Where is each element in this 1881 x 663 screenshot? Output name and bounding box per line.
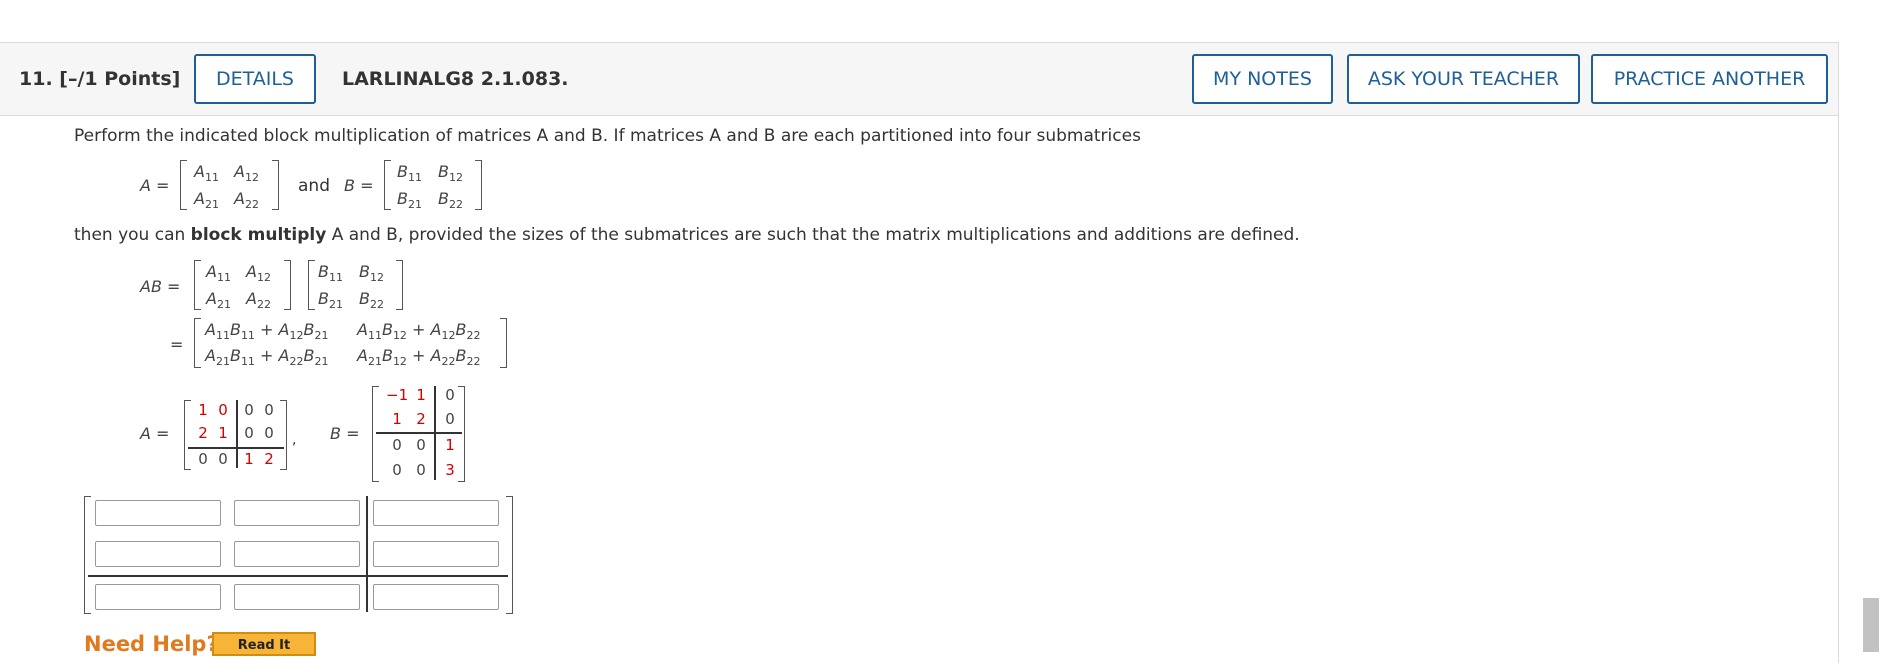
question-number: 11. [–/1 Points] — [19, 68, 181, 90]
matrix-b-label: B = — [344, 176, 374, 195]
bracket-right — [396, 260, 403, 310]
bracket-right — [280, 400, 287, 470]
answer-input[interactable] — [234, 541, 360, 567]
matrix-a-entry: 0 — [218, 401, 228, 419]
matrix-a-entry: 0 — [244, 424, 254, 442]
block-a21: A21 — [206, 289, 231, 312]
scrollbar[interactable] — [1861, 0, 1881, 652]
answer-partition-vertical — [366, 496, 368, 612]
partition-line — [188, 447, 284, 449]
bracket-left — [194, 260, 201, 310]
equals-label: = — [170, 335, 184, 354]
matrix-b-entry: 1 — [416, 386, 426, 404]
details-button[interactable]: DETAILS — [194, 54, 316, 104]
block-multiply-text: then you can block multiply A and B, pro… — [74, 225, 1300, 245]
matrix-b-entry: 2 — [416, 410, 426, 428]
block-b22: B22 — [359, 289, 384, 312]
answer-bracket-left — [84, 496, 91, 614]
matrix-a-entry: 2 — [198, 424, 208, 442]
block-a11: A11 — [206, 262, 231, 285]
product-row2-col1: A21B11 + A22B21 — [205, 346, 329, 369]
matrix-a-entry: 0 — [264, 424, 274, 442]
product-row1-col2: A11B12 + A12B22 — [357, 320, 481, 343]
block-b11: B11 — [318, 262, 343, 285]
matrix-b-entry: 0 — [416, 436, 426, 454]
block-a11: A11 — [194, 162, 219, 185]
product-row2-col2: A21B12 + A22B22 — [357, 346, 481, 369]
matrix-a-entry: 1 — [218, 424, 228, 442]
and-word: and — [298, 176, 330, 196]
block-b11: B11 — [397, 162, 422, 185]
block-b12: B12 — [359, 262, 384, 285]
bracket-right — [500, 318, 507, 368]
matrix-a-label: A = — [140, 176, 170, 195]
bracket-left — [308, 260, 315, 310]
block-a12: A12 — [246, 262, 271, 285]
block-a12: A12 — [234, 162, 259, 185]
bracket-left — [184, 400, 191, 470]
scrollbar-thumb[interactable] — [1863, 598, 1879, 652]
matrix-b-entry: 0 — [416, 461, 426, 479]
read-it-button[interactable]: Read It — [212, 632, 316, 656]
bracket-left — [194, 318, 201, 368]
answer-input[interactable] — [373, 500, 499, 526]
partition-line — [236, 400, 238, 468]
partition-line — [376, 432, 462, 434]
answer-bracket-right — [506, 496, 513, 614]
bracket-right — [458, 386, 465, 482]
bracket-left — [384, 160, 391, 210]
product-row1-col1: A11B11 + A12B21 — [205, 320, 329, 343]
question-code: LARLINALG8 2.1.083. — [342, 68, 569, 90]
block-a22: A22 — [246, 289, 271, 312]
matrix-a-label: A = — [140, 424, 170, 443]
ab-label: AB = — [140, 277, 181, 296]
answer-input[interactable] — [95, 541, 221, 567]
matrix-b-entry: −1 — [386, 386, 409, 404]
answer-input[interactable] — [234, 500, 360, 526]
matrix-a-entry: 2 — [264, 450, 274, 468]
bracket-left — [372, 386, 379, 482]
answer-input[interactable] — [373, 584, 499, 610]
block-b21: B21 — [318, 289, 343, 312]
answer-input[interactable] — [95, 500, 221, 526]
matrix-a-entry: 0 — [198, 450, 208, 468]
matrix-a-entry: 0 — [264, 401, 274, 419]
answer-input[interactable] — [234, 584, 360, 610]
block-b22: B22 — [438, 189, 463, 212]
matrix-b-entry: 1 — [392, 410, 402, 428]
matrix-a-entry: 1 — [198, 401, 208, 419]
answer-input[interactable] — [373, 541, 499, 567]
matrix-a-entry: 0 — [244, 401, 254, 419]
matrix-a-entry: 0 — [218, 450, 228, 468]
matrix-b-entry: 0 — [392, 436, 402, 454]
block-a21: A21 — [194, 189, 219, 212]
matrix-b-label: B = — [330, 424, 360, 443]
block-b12: B12 — [438, 162, 463, 185]
practice-another-button[interactable]: PRACTICE ANOTHER — [1591, 54, 1828, 104]
block-a22: A22 — [234, 189, 259, 212]
ask-your-teacher-button[interactable]: ASK YOUR TEACHER — [1347, 54, 1580, 104]
bracket-left — [180, 160, 187, 210]
bracket-right — [284, 260, 291, 310]
my-notes-button[interactable]: MY NOTES — [1192, 54, 1333, 104]
bracket-right — [475, 160, 482, 210]
answer-input[interactable] — [95, 584, 221, 610]
block-b21: B21 — [397, 189, 422, 212]
matrix-b-entry: 0 — [392, 461, 402, 479]
need-help-label: Need Help? — [84, 632, 219, 656]
intro-text: Perform the indicated block multiplicati… — [74, 126, 1141, 146]
matrix-a-entry: 1 — [244, 450, 254, 468]
bracket-right — [272, 160, 279, 210]
answer-partition-horizontal — [88, 575, 508, 577]
